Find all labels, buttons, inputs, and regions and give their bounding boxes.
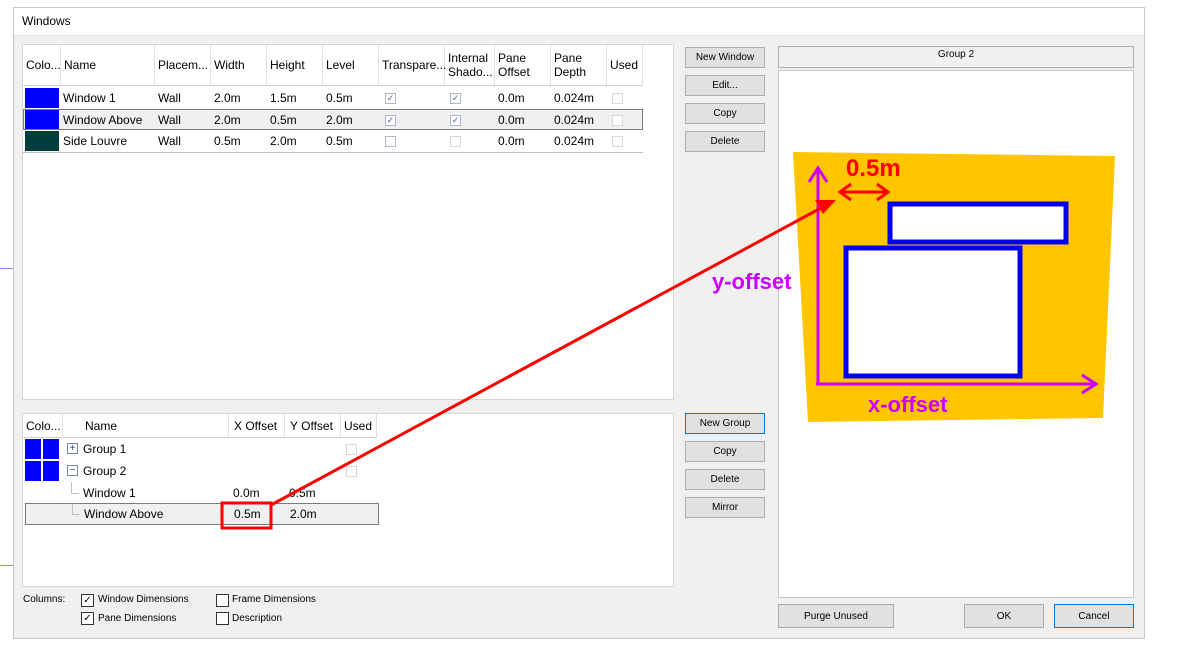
y-offset-label: y-offset [712, 269, 792, 294]
annotation-overlay: 0.5m y-offset x-offset [220, 152, 1115, 530]
dimension-label: 0.5m [846, 155, 901, 182]
window-above-shape [887, 201, 1069, 245]
pointer-arrow-line [270, 200, 833, 507]
window-1-shape [843, 245, 1023, 379]
highlight-box [220, 501, 273, 530]
x-offset-label: x-offset [868, 392, 948, 417]
